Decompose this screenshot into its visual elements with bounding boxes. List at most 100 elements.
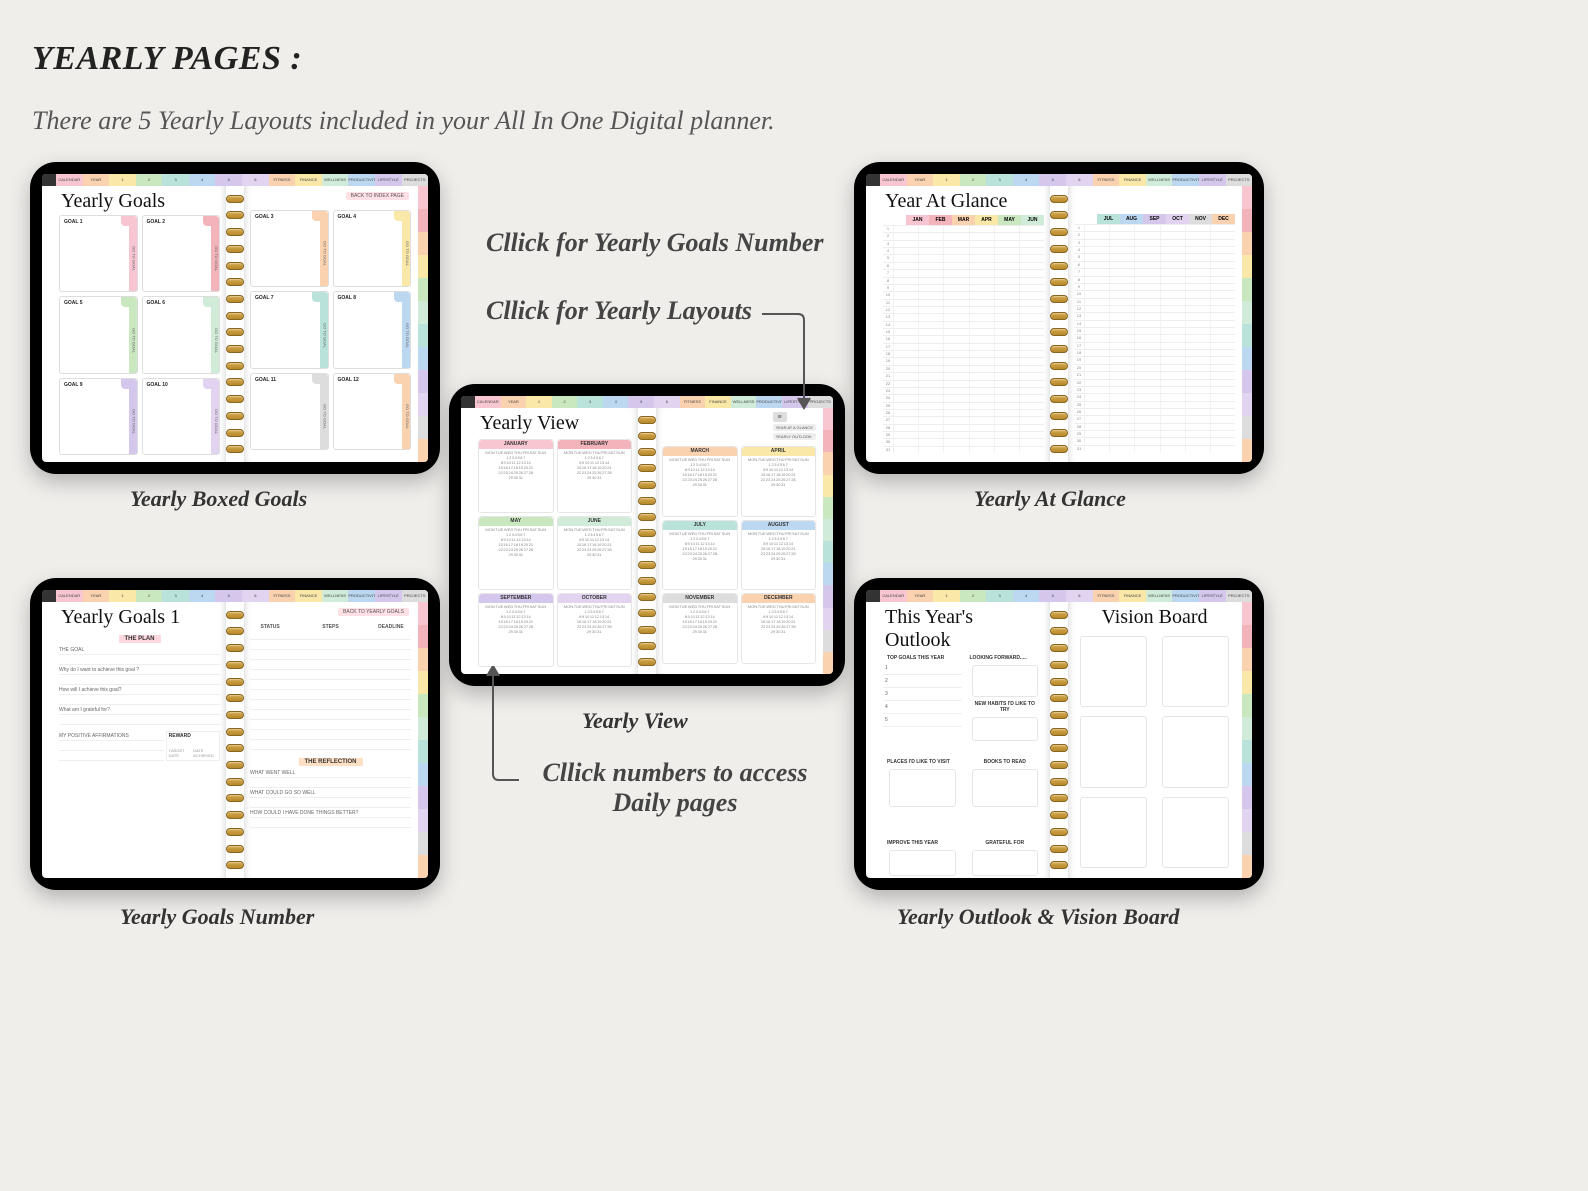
tab-year[interactable]: YEAR (907, 590, 934, 602)
goal-box-2[interactable]: GOAL 2GO TO GOAL (142, 215, 221, 292)
side-tab-mar[interactable] (418, 232, 428, 255)
side-tab-aug[interactable] (1242, 763, 1252, 786)
side-tab-sep[interactable] (1242, 786, 1252, 809)
side-tab-may[interactable] (418, 278, 428, 301)
side-tab-jan[interactable] (418, 602, 428, 625)
tab-4[interactable]: 4 (1013, 590, 1040, 602)
side-tab-oct[interactable] (823, 608, 833, 630)
tab-wellness[interactable]: WELLNESS (731, 396, 757, 408)
side-tab-aug[interactable] (823, 563, 833, 585)
tab-1[interactable]: 1 (109, 590, 136, 602)
menu-yearly-outlook[interactable]: YEARLY OUTLOOK (773, 433, 816, 440)
side-tab-nov[interactable] (418, 416, 428, 439)
tab-3[interactable]: 3 (162, 174, 189, 186)
tab-2[interactable]: 2 (136, 590, 163, 602)
goal-box-12[interactable]: GOAL 12GO TO GOAL (333, 373, 412, 450)
side-tab-apr[interactable] (418, 671, 428, 694)
tab-1[interactable]: 1 (933, 174, 960, 186)
side-tab-apr[interactable] (1242, 255, 1252, 278)
tab-fitness[interactable]: FITNESS (269, 590, 296, 602)
side-tab-feb[interactable] (418, 209, 428, 232)
side-tab-dec[interactable] (823, 652, 833, 674)
side-tab-oct[interactable] (1242, 809, 1252, 832)
side-tab-jun[interactable] (418, 717, 428, 740)
side-tabs[interactable] (823, 408, 833, 674)
goal-box-11[interactable]: GOAL 11GO TO GOAL (250, 373, 329, 450)
tab-3[interactable]: 3 (577, 396, 603, 408)
tab-4[interactable]: 4 (189, 590, 216, 602)
side-tab-apr[interactable] (1242, 671, 1252, 694)
tab-2[interactable]: 2 (960, 590, 987, 602)
tab-5[interactable]: 5 (628, 396, 654, 408)
tab-3[interactable]: 3 (986, 590, 1013, 602)
tab-year[interactable]: YEAR (501, 396, 527, 408)
goal-box-9[interactable]: GOAL 9GO TO GOAL (59, 378, 138, 455)
goal-box-4[interactable]: GOAL 4GO TO GOAL (333, 210, 412, 287)
tab-fitness[interactable]: FITNESS (1093, 590, 1120, 602)
month-march[interactable]: MARCHMON TUE WED THU FRI SAT SUN1 2 3 4 … (662, 446, 738, 517)
side-tab-nov[interactable] (1242, 832, 1252, 855)
top-tabs[interactable]: CALENDARYEAR123456FITNESSFINANCEWELLNESS… (866, 174, 1252, 186)
tab-1[interactable]: 1 (933, 590, 960, 602)
tab-year[interactable]: YEAR (83, 174, 110, 186)
goal-box-7[interactable]: GOAL 7GO TO GOAL (250, 291, 329, 368)
side-tab-dec[interactable] (418, 855, 428, 878)
tab-6[interactable]: 6 (242, 174, 269, 186)
tab-2[interactable]: 2 (552, 396, 578, 408)
month-august[interactable]: AUGUSTMON TUE WED THU FRI SAT SUN1 2 3 4… (741, 520, 817, 591)
tab-year[interactable]: YEAR (83, 590, 110, 602)
month-november[interactable]: NOVEMBERMON TUE WED THU FRI SAT SUN1 2 3… (662, 593, 738, 664)
side-tab-may[interactable] (1242, 278, 1252, 301)
tab-fitness[interactable]: FITNESS (680, 396, 706, 408)
month-may[interactable]: MAYMON TUE WED THU FRI SAT SUN1 2 3 4 5 … (478, 516, 554, 590)
hamburger-icon[interactable]: ≡ (773, 412, 787, 422)
tab-wellness[interactable]: WELLNESS (1146, 590, 1173, 602)
tab-lifestyle[interactable]: LIFESTYLE (1199, 174, 1226, 186)
tab-lifestyle[interactable]: LIFESTYLE (375, 174, 402, 186)
side-tab-jan[interactable] (1242, 602, 1252, 625)
tab-calendar[interactable]: CALENDAR (880, 174, 907, 186)
side-tab-aug[interactable] (418, 763, 428, 786)
tab-fitness[interactable]: FITNESS (1093, 174, 1120, 186)
side-tab-jan[interactable] (823, 408, 833, 430)
tab-5[interactable]: 5 (1039, 174, 1066, 186)
side-tab-apr[interactable] (418, 255, 428, 278)
side-tab-mar[interactable] (418, 648, 428, 671)
tab-calendar[interactable]: CALENDAR (475, 396, 501, 408)
month-june[interactable]: JUNEMON TUE WED THU FRI SAT SUN1 2 3 4 5… (557, 516, 633, 590)
back-to-goals-link[interactable]: BACK TO YEARLY GOALS (338, 608, 409, 616)
side-tab-may[interactable] (1242, 694, 1252, 717)
tab-1[interactable]: 1 (109, 174, 136, 186)
tab-2[interactable]: 2 (136, 174, 163, 186)
month-january[interactable]: JANUARYMON TUE WED THU FRI SAT SUN1 2 3 … (478, 439, 554, 513)
tab-finance[interactable]: FINANCE (1119, 590, 1146, 602)
tab-finance[interactable]: FINANCE (705, 396, 731, 408)
side-tab-oct[interactable] (418, 393, 428, 416)
tab-4[interactable]: 4 (603, 396, 629, 408)
goal-box-10[interactable]: GOAL 10GO TO GOAL (142, 378, 221, 455)
tab-calendar[interactable]: CALENDAR (56, 174, 83, 186)
tab-projects[interactable]: PROJECTS (1226, 590, 1252, 602)
tab-6[interactable]: 6 (654, 396, 680, 408)
side-tab-jul[interactable] (418, 324, 428, 347)
tab-5[interactable]: 5 (215, 590, 242, 602)
side-tab-aug[interactable] (418, 347, 428, 370)
side-tab-may[interactable] (418, 694, 428, 717)
tab-finance[interactable]: FINANCE (295, 174, 322, 186)
side-tab-sep[interactable] (823, 585, 833, 607)
month-april[interactable]: APRILMON TUE WED THU FRI SAT SUN1 2 3 4 … (741, 446, 817, 517)
side-tab-jul[interactable] (823, 541, 833, 563)
side-tab-jul[interactable] (418, 740, 428, 763)
tab-4[interactable]: 4 (1013, 174, 1040, 186)
side-tab-jul[interactable] (1242, 324, 1252, 347)
side-tabs[interactable] (1242, 186, 1252, 462)
tab-6[interactable]: 6 (1066, 590, 1093, 602)
tab-1[interactable]: 1 (526, 396, 552, 408)
goal-box-8[interactable]: GOAL 8GO TO GOAL (333, 291, 412, 368)
tab-5[interactable]: 5 (1039, 590, 1066, 602)
side-tab-oct[interactable] (418, 809, 428, 832)
tab-projects[interactable]: PROJECTS (402, 590, 428, 602)
tab-finance[interactable]: FINANCE (1119, 174, 1146, 186)
side-tab-jun[interactable] (1242, 301, 1252, 324)
side-tab-feb[interactable] (1242, 209, 1252, 232)
